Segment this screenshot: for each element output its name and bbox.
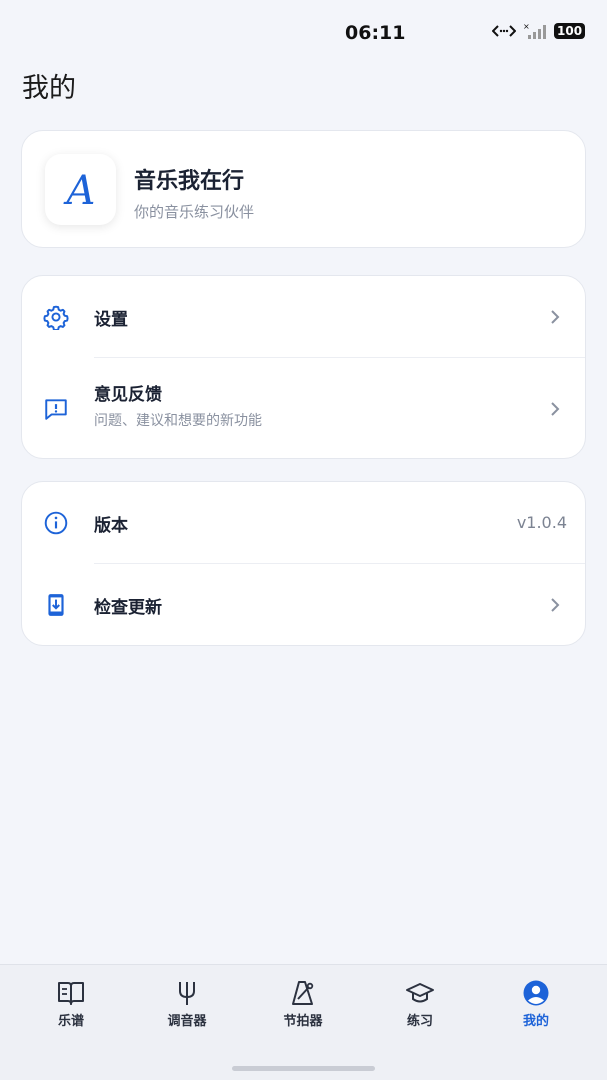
phone-download-icon xyxy=(48,594,64,616)
tab-sheet-music[interactable]: 乐谱 xyxy=(21,979,121,1029)
signal-icon: × xyxy=(523,22,546,39)
app-name: 音乐我在行 xyxy=(134,169,245,194)
profile-card: A 音乐我在行 你的音乐练习伙伴 xyxy=(21,130,586,248)
version-row: 版本 v1.0.4 xyxy=(22,482,587,564)
tab-label: 节拍器 xyxy=(283,1014,323,1029)
version-label: 版本 xyxy=(94,516,128,536)
tab-label: 调音器 xyxy=(167,1014,207,1029)
tab-label: 练习 xyxy=(406,1014,433,1029)
check-update-row[interactable]: 检查更新 xyxy=(22,564,587,647)
book-icon xyxy=(58,982,84,1005)
feedback-row[interactable]: 意见反馈 问题、建议和想要的新功能 xyxy=(22,358,587,460)
bottom-tab-bar: 乐谱 调音器 节拍器 练习 我的 xyxy=(0,964,607,1080)
home-indicator[interactable] xyxy=(232,1066,375,1071)
app-logo: A xyxy=(45,154,116,225)
settings-menu-card: 设置 意见反馈 问题、建议和想要的新功能 xyxy=(21,275,586,459)
tab-profile[interactable]: 我的 xyxy=(486,979,586,1029)
settings-label: 设置 xyxy=(94,310,128,330)
chevron-right-icon xyxy=(551,402,560,416)
tab-practice[interactable]: 练习 xyxy=(370,979,470,1029)
chevron-right-icon xyxy=(551,598,560,612)
svg-text:×: × xyxy=(523,22,530,31)
info-icon xyxy=(44,511,68,535)
tab-label: 我的 xyxy=(522,1014,549,1029)
settings-row[interactable]: 设置 xyxy=(22,276,587,358)
check-update-label: 检查更新 xyxy=(94,598,162,618)
feedback-sublabel: 问题、建议和想要的新功能 xyxy=(94,413,262,429)
metronome-icon xyxy=(292,981,314,1005)
data-transfer-icon xyxy=(492,25,516,37)
app-logo-icon: A xyxy=(62,168,95,214)
page-title: 我的 xyxy=(22,73,76,104)
tab-metronome[interactable]: 节拍器 xyxy=(253,979,353,1029)
status-bar: 06:11 × 100 xyxy=(0,0,607,66)
battery-indicator: 100 xyxy=(554,23,586,39)
about-menu-card: 版本 v1.0.4 检查更新 xyxy=(21,481,586,646)
feedback-icon xyxy=(45,399,67,420)
status-icons: × 100 xyxy=(492,22,586,40)
tab-label: 乐谱 xyxy=(57,1014,84,1029)
svg-text:A: A xyxy=(62,168,95,214)
version-value: v1.0.4 xyxy=(516,513,567,532)
app-slogan: 你的音乐练习伙伴 xyxy=(134,203,255,221)
chevron-right-icon xyxy=(551,310,560,324)
gear-icon xyxy=(43,305,69,330)
status-time: 06:11 xyxy=(345,22,406,44)
feedback-label: 意见反馈 xyxy=(94,385,162,405)
tab-tuner[interactable]: 调音器 xyxy=(137,979,237,1029)
graduation-cap-icon xyxy=(406,983,434,1003)
tuning-fork-icon xyxy=(179,982,195,1005)
user-icon xyxy=(523,980,549,1006)
